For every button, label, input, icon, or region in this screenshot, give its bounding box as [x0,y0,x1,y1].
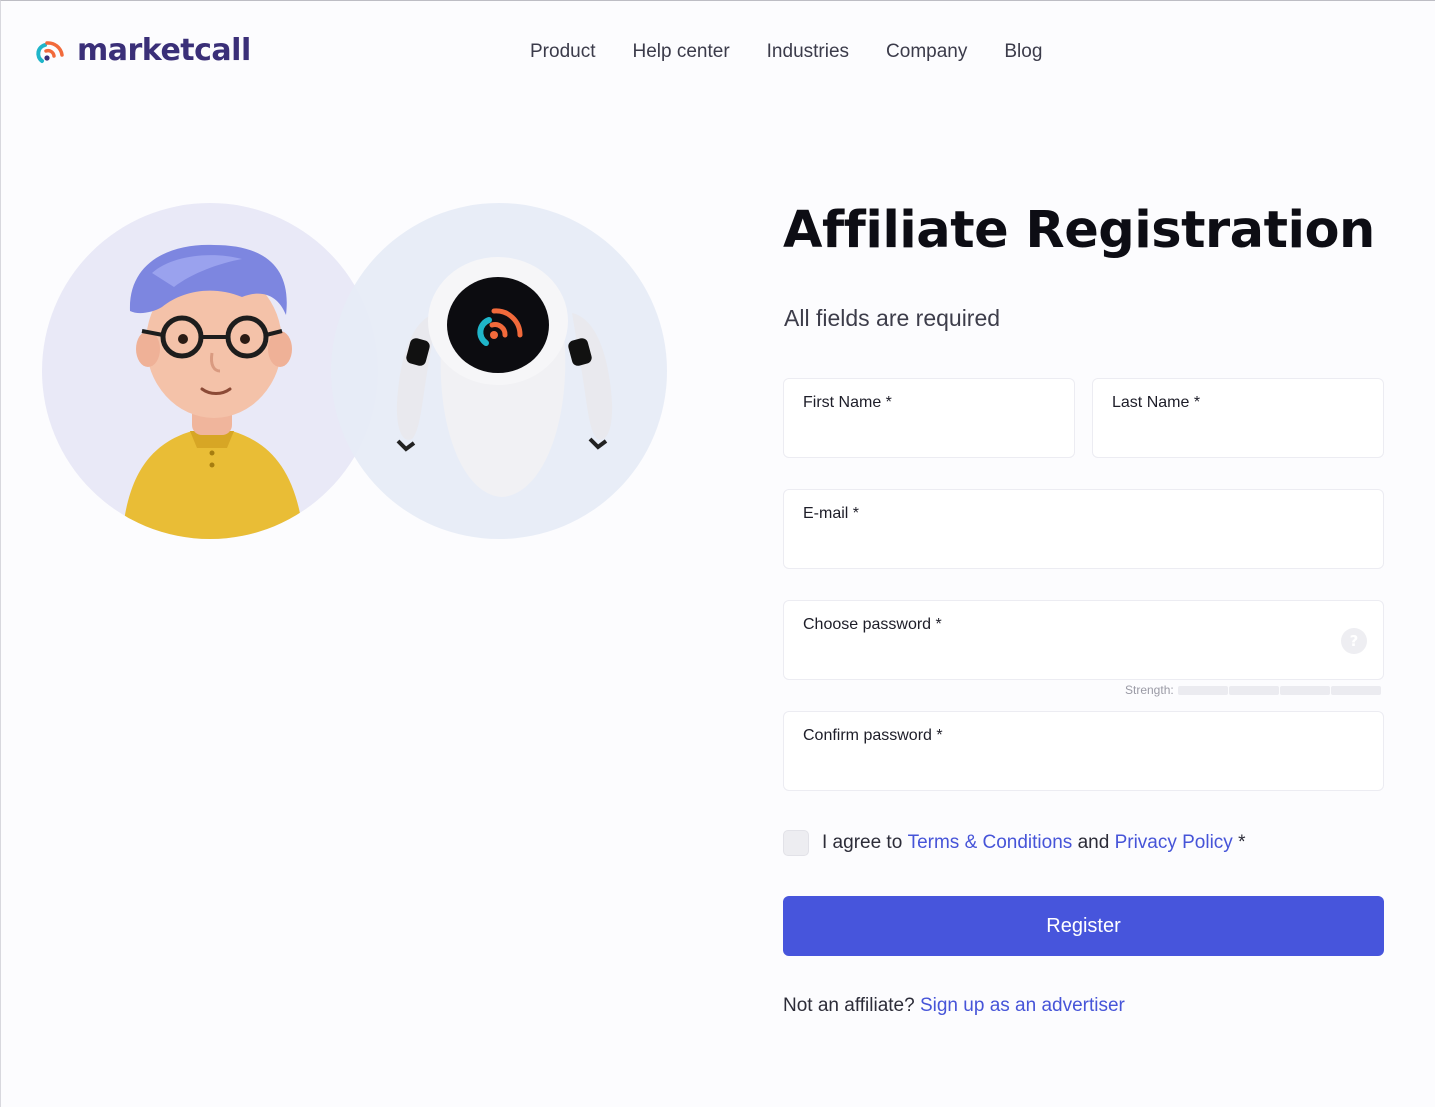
nav-company[interactable]: Company [886,41,967,63]
password-label: Choose password * [803,616,942,633]
strength-segment [1330,685,1381,695]
nav-product[interactable]: Product [530,41,595,63]
first-name-input[interactable] [802,423,1024,449]
strength-label: Strength: [1125,683,1174,697]
nav-help-center[interactable]: Help center [632,41,729,63]
agree-prefix: I agree to [822,832,903,853]
page: marketcall Product Help center Industrie… [0,0,1435,1107]
last-name-input[interactable] [1111,423,1333,449]
email-field[interactable]: E-mail * [783,489,1384,569]
avatars-illustration [122,244,613,539]
confirm-password-field[interactable]: Confirm password * [783,711,1384,791]
nav-industries[interactable]: Industries [767,41,849,63]
first-name-label: First Name * [803,394,892,411]
agree-middle: and [1077,832,1110,853]
password-strength-meter: Strength: [1125,683,1382,697]
terms-agreement: I agree to Terms & Conditions and Privac… [783,830,1246,856]
form-subtitle: All fields are required [784,305,1001,331]
strength-segment [1279,685,1330,695]
agree-checkbox[interactable] [783,830,809,856]
last-name-field[interactable]: Last Name * [1092,378,1384,458]
privacy-link[interactable]: Privacy Policy [1115,832,1233,854]
required-asterisk: * [1232,832,1246,853]
register-button[interactable]: Register [783,896,1384,956]
logo-text: marketcall [77,32,251,68]
email-input[interactable] [802,534,1333,560]
confirm-password-label: Confirm password * [803,727,943,744]
advertiser-signup-link[interactable]: Sign up as an advertiser [920,995,1125,1016]
person-avatar [122,244,304,539]
main-nav: Product Help center Industries Company B… [530,41,1079,63]
password-field[interactable]: Choose password * ? [783,600,1384,680]
question-icon[interactable]: ? [1341,628,1367,654]
page-title: Affiliate Registration [783,201,1375,260]
marketcall-logo-icon [36,41,64,63]
strength-segment [1177,685,1228,695]
email-label: E-mail * [803,505,860,522]
site-logo[interactable]: marketcall [33,31,251,69]
first-name-field[interactable]: First Name * [783,378,1075,458]
strength-segment [1228,685,1279,695]
password-input[interactable] [802,645,1333,671]
last-name-label: Last Name * [1112,394,1201,411]
advertiser-signup-line: Not an affiliate? Sign up as an advertis… [783,995,1125,1017]
nav-blog[interactable]: Blog [1004,41,1042,63]
footer-text: Not an affiliate? [783,995,920,1016]
robot-avatar [396,257,613,497]
terms-link[interactable]: Terms & Conditions [908,832,1073,854]
confirm-password-input[interactable] [802,756,1333,782]
